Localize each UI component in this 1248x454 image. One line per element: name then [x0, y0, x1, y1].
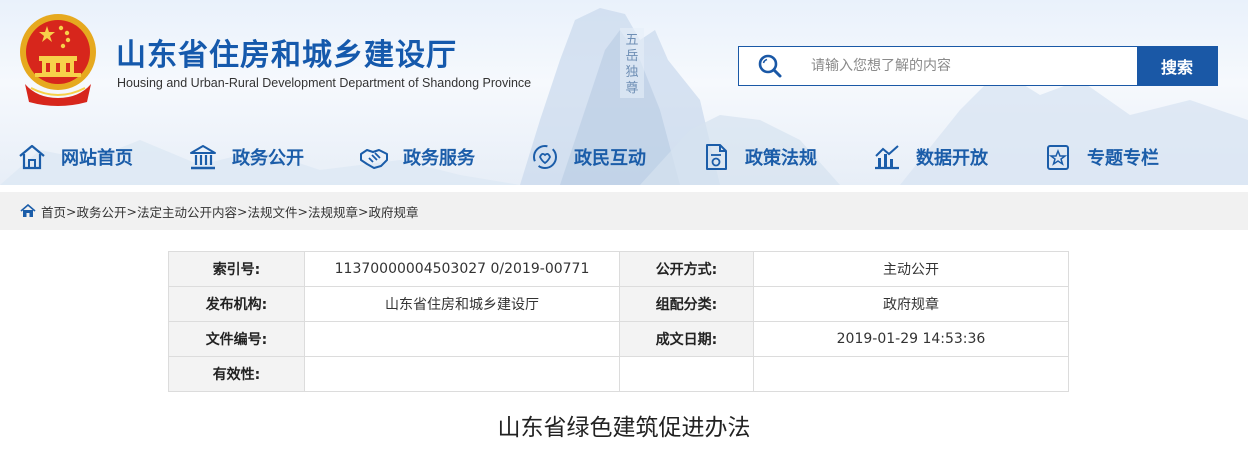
handshake-icon — [360, 149, 388, 169]
svg-text:尊: 尊 — [625, 80, 638, 96]
nav-item-gov-services[interactable]: 政务服务 — [359, 138, 475, 176]
nav-item-data[interactable]: 数据开放 — [872, 138, 988, 176]
interaction-icon — [533, 145, 557, 169]
meta-label: 发布机构: — [168, 286, 305, 322]
site-header: 五 岳 独 尊 山东省住房和城乡建设厅 Housing and Urban-Ru… — [0, 0, 1248, 185]
table-row: 有效性: — [168, 356, 1069, 392]
home-icon — [19, 144, 45, 170]
breadcrumb-separator: > — [126, 203, 137, 219]
table-row: 索引号: 11370000004503027 0/2019-00771 公开方式… — [168, 251, 1069, 287]
meta-label: 成文日期: — [619, 321, 754, 357]
building-icon — [190, 145, 216, 170]
nav-item-label: 网站首页 — [61, 148, 133, 169]
svg-text:独: 独 — [625, 65, 638, 80]
meta-label: 索引号: — [168, 251, 305, 287]
meta-label: 文件编号: — [168, 321, 305, 357]
nav-item-label: 政策法规 — [745, 148, 817, 169]
site-title: 山东省住房和城乡建设厅 — [116, 38, 457, 73]
search-input[interactable] — [801, 47, 1137, 85]
document-title: 山东省绿色建筑促进办法 — [497, 415, 751, 441]
breadcrumb: 首页 > 政务公开 > 法定主动公开内容 > 法规文件 > 法规规章 > 政府规… — [0, 202, 419, 221]
document-meta-table: 索引号: 11370000004503027 0/2019-00771 公开方式… — [168, 251, 1069, 392]
meta-value: 主动公开 — [753, 251, 1069, 287]
nav-item-gov-affairs[interactable]: 政务公开 — [188, 138, 304, 176]
chart-icon — [875, 145, 899, 170]
breadcrumb-item[interactable]: 政务公开 — [77, 202, 127, 221]
breadcrumb-item[interactable]: 法定主动公开内容 — [137, 202, 237, 221]
nav-item-home[interactable]: 网站首页 — [17, 138, 133, 176]
site-subtitle: Housing and Urban-Rural Development Depa… — [117, 76, 532, 90]
svg-text:岳: 岳 — [625, 49, 638, 64]
breadcrumb-item[interactable]: 政府规章 — [369, 202, 419, 221]
search-box: 搜索 — [738, 46, 1218, 86]
table-row: 文件编号: 成文日期: 2019-01-29 14:53:36 — [168, 321, 1069, 357]
svg-text:五: 五 — [625, 33, 638, 48]
search-icon[interactable] — [739, 47, 801, 85]
meta-value: 11370000004503027 0/2019-00771 — [304, 251, 620, 287]
meta-value — [753, 356, 1069, 392]
nav-item-interaction[interactable]: 政民互动 — [530, 138, 646, 176]
main-nav: 网站首页 政务公开 政务服务 政民互动 政策法规 数据开放 专题专栏 — [0, 138, 1248, 178]
nav-item-label: 政民互动 — [574, 148, 646, 169]
breadcrumb-separator: > — [358, 203, 369, 219]
breadcrumb-item[interactable]: 首页 — [41, 202, 66, 221]
search-button[interactable]: 搜索 — [1137, 47, 1217, 85]
national-emblem-icon — [20, 14, 96, 106]
meta-label: 组配分类: — [619, 286, 754, 322]
breadcrumb-separator: > — [297, 203, 308, 219]
nav-item-label: 专题专栏 — [1087, 148, 1159, 169]
nav-item-special[interactable]: 专题专栏 — [1043, 138, 1159, 176]
breadcrumb-separator: > — [237, 203, 248, 219]
meta-value: 山东省住房和城乡建设厅 — [304, 286, 620, 322]
meta-value: 政府规章 — [753, 286, 1069, 322]
meta-value — [304, 321, 620, 357]
meta-label: 公开方式: — [619, 251, 754, 287]
breadcrumb-separator: > — [66, 203, 77, 219]
meta-label: 有效性: — [168, 356, 305, 392]
nav-item-label: 数据开放 — [916, 148, 988, 169]
home-icon — [20, 204, 36, 217]
table-row: 发布机构: 山东省住房和城乡建设厅 组配分类: 政府规章 — [168, 286, 1069, 322]
nav-item-label: 政务服务 — [403, 148, 475, 169]
star-doc-icon — [1047, 145, 1069, 170]
breadcrumb-bar: 首页 > 政务公开 > 法定主动公开内容 > 法规文件 > 法规规章 > 政府规… — [0, 192, 1248, 230]
meta-value: 2019-01-29 14:53:36 — [753, 321, 1069, 357]
meta-value — [304, 356, 620, 392]
meta-value — [619, 356, 754, 392]
document-icon — [706, 144, 727, 170]
breadcrumb-item[interactable]: 法规规章 — [308, 202, 358, 221]
nav-item-label: 政务公开 — [232, 148, 304, 169]
breadcrumb-item[interactable]: 法规文件 — [248, 202, 298, 221]
nav-item-policy[interactable]: 政策法规 — [701, 138, 817, 176]
